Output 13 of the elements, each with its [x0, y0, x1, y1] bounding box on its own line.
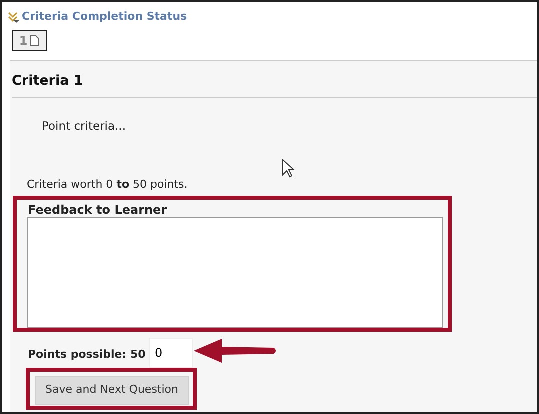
points-range-text: Criteria worth 0 to 50 points.	[27, 177, 188, 193]
mouse-cursor-icon	[282, 159, 296, 179]
feedback-field[interactable]	[27, 217, 443, 328]
save-next-button[interactable]: Save and Next Question	[35, 376, 189, 405]
page-icon	[30, 34, 40, 46]
section-title[interactable]: Criteria Completion Status	[22, 9, 188, 26]
criteria-description: Point criteria...	[42, 118, 126, 135]
feedback-label: Feedback to Learner	[28, 202, 168, 219]
points-field[interactable]: 0	[149, 338, 193, 368]
arrow-icon	[194, 338, 278, 364]
collapse-chevron-icon[interactable]	[8, 11, 22, 24]
criteria-heading: Criteria 1	[12, 72, 84, 91]
points-label: Points possible: 50	[28, 347, 146, 363]
